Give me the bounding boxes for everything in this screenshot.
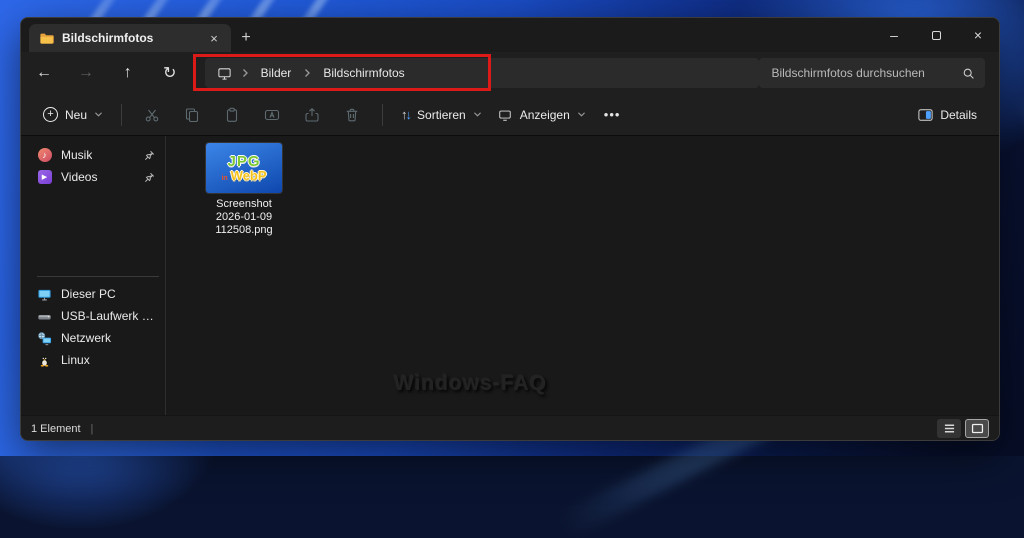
navigation-pane: ♪ Musik ▶ Videos — [21, 136, 166, 415]
sidebar-separator — [37, 276, 159, 277]
chevron-down-icon — [473, 111, 482, 118]
new-button-label: Neu — [65, 108, 87, 122]
tab-title: Bildschirmfotos — [62, 31, 197, 45]
command-bar: + Neu — [21, 94, 999, 136]
sidebar-item-musik[interactable]: ♪ Musik — [21, 144, 165, 166]
pin-icon — [144, 172, 155, 183]
forward-button[interactable]: → — [65, 57, 107, 89]
sidebar-item-label: Linux — [61, 353, 90, 367]
file-item-screenshot[interactable]: JPG in WebP Screenshot 2026-01-09 112508… — [196, 143, 292, 237]
sort-arrows-icon: ↑↓ — [401, 108, 410, 121]
details-pane-button[interactable]: Details — [910, 101, 985, 128]
sidebar-item-videos[interactable]: ▶ Videos — [21, 166, 165, 188]
tab-close-button[interactable]: × — [205, 29, 223, 47]
view-toggles — [937, 419, 989, 438]
tab-bar: Bildschirmfotos × + – × — [21, 18, 999, 52]
address-bar[interactable]: Bilder Bildschirmfotos — [205, 58, 760, 88]
network-icon — [37, 331, 52, 346]
toolbar-separator — [382, 104, 383, 126]
thumbnail-text-in: in — [221, 175, 227, 182]
more-options-button[interactable]: ••• — [594, 101, 631, 128]
search-icon[interactable] — [962, 67, 975, 80]
sidebar-item-label: Dieser PC — [61, 287, 116, 301]
sidebar-item-label: Netzwerk — [61, 331, 111, 345]
sidebar-item-label: USB-Laufwerk (D:) — [61, 309, 155, 323]
window-controls: – × — [873, 18, 999, 52]
chevron-down-icon — [94, 111, 103, 118]
sidebar-item-usb-drive[interactable]: USB-Laufwerk (D:) — [21, 305, 165, 327]
cut-button[interactable] — [132, 100, 172, 130]
refresh-button[interactable]: ↻ — [149, 57, 191, 89]
details-pane-icon — [918, 107, 933, 122]
linux-penguin-icon — [37, 353, 52, 368]
view-icon — [498, 107, 513, 122]
pin-icon — [144, 150, 155, 161]
status-bar: 1 Element | — [21, 415, 999, 441]
plus-circle-icon: + — [43, 107, 58, 122]
rename-button[interactable] — [252, 100, 292, 130]
sidebar-item-label: Videos — [61, 170, 97, 184]
close-button[interactable]: × — [957, 18, 999, 52]
sidebar-item-linux[interactable]: Linux — [21, 349, 165, 371]
share-button[interactable] — [292, 100, 332, 130]
item-count: 1 Element — [31, 423, 81, 435]
search-input[interactable]: Bildschirmfotos durchsuchen — [759, 58, 985, 88]
this-pc-icon — [217, 66, 232, 81]
maximize-button[interactable] — [915, 18, 957, 52]
sort-button[interactable]: ↑↓ Sortieren — [393, 102, 490, 128]
up-button[interactable]: ↑ — [107, 57, 149, 89]
new-button[interactable]: + Neu — [35, 101, 111, 128]
new-tab-button[interactable]: + — [231, 24, 261, 52]
watermark-text: Windows-FAQ — [394, 372, 547, 396]
toolbar-separator — [121, 104, 122, 126]
explorer-window: Bildschirmfotos × + – × ← → ↑ ↻ Bilder — [20, 17, 1000, 441]
sidebar-item-netzwerk[interactable]: Netzwerk — [21, 327, 165, 349]
file-thumbnail: JPG in WebP — [206, 143, 282, 193]
sort-button-label: Sortieren — [417, 108, 466, 122]
back-button[interactable]: ← — [23, 57, 65, 89]
status-divider: | — [91, 423, 94, 435]
file-list-area: JPG in WebP Screenshot 2026-01-09 112508… — [166, 136, 999, 415]
explorer-body: ♪ Musik ▶ Videos — [21, 136, 999, 415]
copy-button[interactable] — [172, 100, 212, 130]
chevron-right-icon — [241, 68, 249, 78]
details-pane-label: Details — [940, 108, 977, 122]
address-row: ← → ↑ ↻ Bilder Bildschirmfotos Bildschir… — [21, 52, 999, 94]
this-pc-icon — [37, 287, 52, 302]
usb-drive-icon — [37, 309, 52, 324]
tab-bildschirmfotos[interactable]: Bildschirmfotos × — [29, 24, 231, 52]
thumbnail-view-button[interactable] — [965, 419, 989, 438]
breadcrumb-bildschirmfotos[interactable]: Bildschirmfotos — [320, 64, 407, 82]
chevron-right-icon — [303, 68, 311, 78]
details-view-button[interactable] — [937, 419, 961, 438]
file-name: Screenshot 2026-01-09 112508.png — [196, 198, 292, 237]
minimize-button[interactable]: – — [873, 18, 915, 52]
folder-icon — [39, 31, 54, 46]
view-button-label: Anzeigen — [520, 108, 570, 122]
search-placeholder: Bildschirmfotos durchsuchen — [771, 66, 924, 80]
breadcrumb-bilder[interactable]: Bilder — [258, 64, 295, 82]
sidebar-item-label: Musik — [61, 148, 92, 162]
paste-button[interactable] — [212, 100, 252, 130]
delete-button[interactable] — [332, 100, 372, 130]
sidebar-item-dieser-pc[interactable]: Dieser PC — [21, 283, 165, 305]
chevron-down-icon — [577, 111, 586, 118]
maximize-icon — [932, 31, 941, 40]
view-button[interactable]: Anzeigen — [490, 101, 594, 128]
videos-icon: ▶ — [37, 170, 52, 185]
music-icon: ♪ — [37, 148, 52, 163]
thumbnail-text-webp: WebP — [231, 168, 267, 183]
